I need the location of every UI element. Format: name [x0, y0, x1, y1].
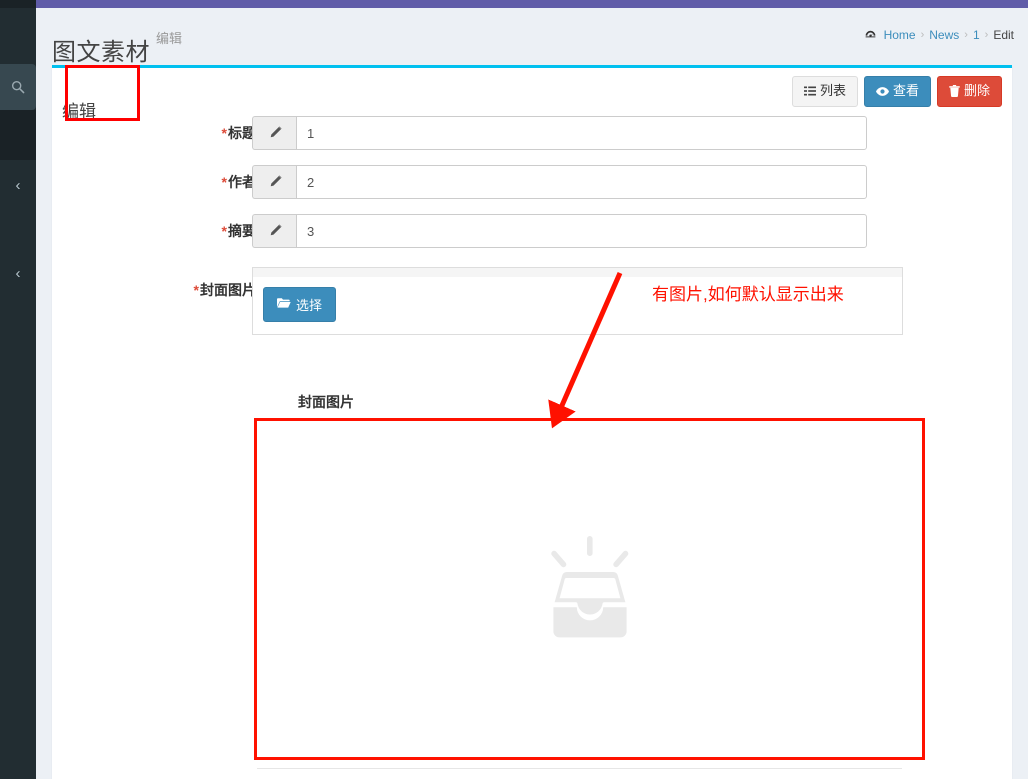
delete-button-label: 删除 [963, 83, 990, 98]
cover-preview-area[interactable] [257, 421, 922, 757]
breadcrumb-separator: › [964, 29, 968, 41]
cover-label: *封面图片 [52, 272, 256, 300]
required-marker: * [221, 223, 227, 239]
chevron-left-icon: ‹ [15, 264, 21, 282]
title-input-group [252, 116, 867, 150]
top-navbar [36, 0, 1028, 8]
dashboard-icon [864, 29, 877, 42]
form-group-title: *标题 [52, 115, 1012, 164]
breadcrumb: Home › News › 1 › Edit [864, 28, 1014, 42]
cover-preview-caption: 封面图片 [298, 394, 354, 410]
list-icon [803, 85, 816, 97]
list-button-label: 列表 [819, 83, 846, 98]
required-marker: * [221, 174, 227, 190]
page-subtitle: 编辑 [156, 31, 183, 46]
eye-icon [875, 86, 889, 97]
pencil-icon [252, 116, 296, 150]
summary-label: *摘要 [52, 213, 256, 241]
title-label: *标题 [52, 115, 256, 143]
summary-input[interactable] [296, 214, 867, 248]
select-file-button[interactable]: 选择 [263, 287, 337, 322]
edit-form: *标题 *作者 [52, 115, 1012, 335]
list-button[interactable]: 列表 [791, 76, 858, 107]
chevron-left-icon: ‹ [15, 176, 21, 194]
box-header: 编辑 列表 查看 删除 [52, 68, 1012, 121]
view-button-label: 查看 [892, 83, 919, 98]
preview-divider [257, 768, 902, 769]
annotation-text: 有图片,如何默认显示出来 [652, 285, 844, 304]
page-title: 图文素材 [52, 39, 150, 67]
view-button[interactable]: 查看 [863, 76, 931, 107]
required-marker: * [193, 282, 199, 298]
breadcrumb-home[interactable]: Home [884, 28, 916, 42]
sidebar-item-2[interactable]: ‹ [0, 253, 36, 293]
breadcrumb-edit: Edit [993, 28, 1014, 42]
author-input-group [252, 165, 867, 199]
box-tools: 列表 查看 删除 [791, 76, 1002, 107]
breadcrumb-separator: › [920, 29, 925, 41]
select-file-label: 选择 [296, 298, 323, 313]
cover-panel-head [252, 267, 903, 277]
search-icon [11, 80, 25, 94]
title-input[interactable] [296, 116, 867, 150]
breadcrumb-id[interactable]: 1 [973, 28, 980, 42]
sidebar-logo-strip [0, 0, 36, 8]
breadcrumb-separator: › [984, 29, 989, 41]
trash-icon [949, 85, 960, 98]
form-group-author: *作者 [52, 164, 1012, 213]
form-group-summary: *摘要 [52, 213, 1012, 262]
empty-inbox-icon [536, 532, 644, 647]
sidebar: ‹ ‹ [0, 0, 36, 779]
pencil-icon [252, 165, 296, 199]
sidebar-search-box[interactable] [0, 64, 36, 110]
folder-open-icon [277, 297, 291, 312]
sidebar-active-item[interactable] [0, 110, 36, 160]
edit-box: 编辑 列表 查看 删除 *标题 1 *作者 2 *摘要 3 *封面图片 选择 封… [52, 65, 1012, 779]
app-root: ‹ ‹ 图文素材 编辑 Home › News › 1 › Edit 编辑 列表… [0, 0, 1028, 779]
delete-button[interactable]: 删除 [936, 76, 1002, 107]
summary-input-group [252, 214, 867, 248]
required-marker: * [221, 125, 227, 141]
pencil-icon [252, 214, 296, 248]
sidebar-item-1[interactable]: ‹ [0, 165, 36, 205]
content-wrapper: 图文素材 编辑 Home › News › 1 › Edit 编辑 列表 查看 … [36, 8, 1028, 779]
author-input[interactable] [296, 165, 867, 199]
cover-label-text: 封面图片 [200, 282, 256, 298]
content-header: 图文素材 编辑 Home › News › 1 › Edit [36, 8, 1028, 66]
author-label: *作者 [52, 164, 256, 192]
breadcrumb-news[interactable]: News [929, 28, 959, 42]
